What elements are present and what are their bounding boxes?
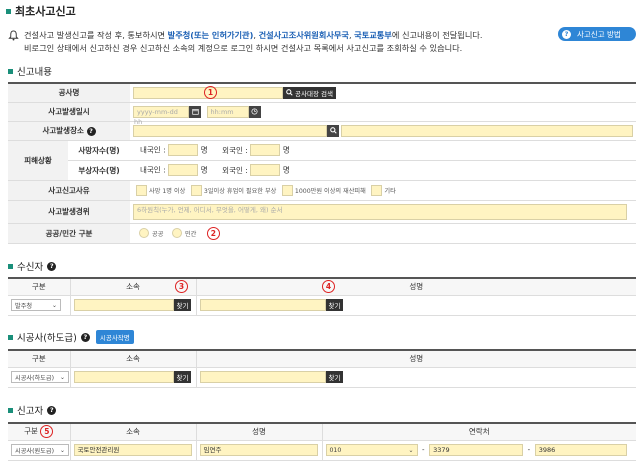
search-icon [286,89,293,96]
section-marker [8,407,13,413]
subcontractor-table: 구분 소속 성명 시공사(하도급) ⌄ 찾기 찾기 [8,349,636,388]
reporter-col-name: 성명 [195,423,322,441]
calendar-icon[interactable] [189,105,201,118]
sub-col-name: 성명 [195,350,636,368]
reason-label: 사고신고사유 [8,180,130,201]
reason-other-checkbox[interactable] [371,184,383,196]
question-icon[interactable]: ? [86,126,96,136]
reason-death-checkbox[interactable] [136,184,147,196]
section-receiver: 수신자 ? [8,259,57,273]
chevron-down-icon: ⌄ [59,373,65,381]
reporter-type-select[interactable]: 시공사(원도급) ⌄ [11,444,69,456]
receiver-type-select[interactable]: 발주청 ⌄ [11,299,61,311]
damage-label: 피해상황 [8,140,68,181]
search-icon [329,127,337,134]
chevron-down-icon: ⌄ [59,446,65,454]
reporter-col-type: 구분 5 [8,423,70,441]
sub-org-find-button[interactable]: 찾기 [173,371,192,383]
receiver-org-find-button[interactable]: 찾기 [173,299,192,311]
sub-org-input[interactable] [73,371,174,383]
receiver-name-input[interactable] [199,299,326,311]
report-form: 공사명 공사대장 검색 1 사고발생일시 yyyy-mm-dd hh hh:mm… [8,82,636,244]
phone-last-input[interactable]: 3986 [534,444,627,456]
section-marker [8,263,13,269]
notice-line-2: 비로그인 상태에서 신고하신 경우 신고하신 소속의 계정으로 로그인 하시면 … [24,43,463,53]
question-icon[interactable]: ? [47,405,57,415]
title-marker [6,8,11,14]
receiver-org-input[interactable] [73,299,174,311]
deaths-foreign-input[interactable] [250,144,281,156]
section-reporter: 신고자 ? [8,403,57,417]
marker-5: 5 [40,425,54,439]
question-icon: ? [562,29,571,39]
section-marker [8,68,13,74]
marker-3: 3 [175,280,188,293]
section-report: 신고내용 [8,64,52,78]
accident-date-input[interactable]: yyyy-mm-dd hh [133,105,189,126]
reporter-name-input[interactable]: 임연주 [199,444,318,456]
sub-type-select[interactable]: 시공사(하도급) ⌄ [11,371,69,383]
section-marker [8,334,13,340]
receiver-col-type: 구분 [8,278,70,296]
accident-report-help-button[interactable]: ? 사고신고 방법 [558,27,636,41]
place-search-button[interactable] [327,124,339,137]
subcontractor-add-button[interactable]: 시공사작명 [95,330,134,344]
accident-place-input[interactable] [133,124,327,137]
help-button-label: 사고신고 방법 [577,29,621,39]
sub-col-org: 소속 [69,350,196,368]
injured-foreign-input[interactable] [250,164,281,176]
receiver-name-find-button[interactable]: 찾기 [325,299,344,311]
question-icon[interactable]: ? [80,332,90,342]
accident-place-detail-input[interactable] [341,124,633,137]
deaths-label: 사망자수(명) [68,140,130,161]
receiver-col-name: 성명 4 [195,278,636,296]
reason-injury-checkbox[interactable] [190,184,202,196]
accident-time-input[interactable]: hh:mm [206,105,249,118]
sub-name-input[interactable] [199,371,326,383]
reporter-col-contact: 연락처 [321,423,636,441]
accident-place-label: 사고발생장소 ? [8,121,130,141]
marker-1: 1 [204,86,217,99]
bell-icon [8,30,19,41]
public-radio[interactable] [139,228,149,238]
injured-label: 부상자수(명) [68,160,130,181]
sub-name-find-button[interactable]: 찾기 [325,371,344,383]
reporter-table: 구분 5 소속 성명 연락처 시공사(원도급) ⌄ 국토안전관리원 임연주 010… [8,422,636,461]
accident-date-label: 사고발생일시 [8,102,130,122]
page-title: 최초사고신고 [6,3,76,19]
public-private-label: 공공/민간 구분 [8,223,130,244]
question-icon[interactable]: ? [47,261,57,271]
chevron-down-icon: ⌄ [408,446,414,454]
clock-icon[interactable] [248,105,261,118]
details-label: 사고발생경위 [8,200,130,224]
marker-4: 4 [322,280,335,293]
private-radio[interactable] [171,228,182,238]
project-name-label: 공사명 [8,83,130,103]
reason-property-checkbox[interactable] [281,184,293,196]
page-title-text: 최초사고신고 [15,5,76,18]
reporter-org-input[interactable]: 국토안전관리원 [73,444,192,456]
section-subcontractor: 시공사(하도급) ? 시공사작명 [8,330,134,344]
phone-prefix-select[interactable]: 010 ⌄ [325,444,418,456]
reporter-col-org: 소속 [69,423,196,441]
deaths-domestic-input[interactable] [168,144,199,156]
phone-middle-input[interactable]: 3379 [429,444,524,456]
receiver-col-org: 소속 3 [69,278,196,296]
notice-line-1: 건설사고 발생신고를 작성 후, 통보하시면 발주청(또는 인허가기관), 건설… [24,30,483,40]
notice: 건설사고 발생신고를 작성 후, 통보하시면 발주청(또는 인허가기관), 건설… [8,29,548,55]
injured-domestic-input[interactable] [168,164,199,176]
details-textarea[interactable]: 6하원칙(누가, 언제, 어디서, 무엇을, 어떻게, 왜) 순서 [133,203,627,220]
marker-2: 2 [206,226,220,240]
chevron-down-icon: ⌄ [51,301,57,309]
project-search-button[interactable]: 공사대장 검색 [283,86,336,99]
sub-col-type: 구분 [8,350,70,368]
receiver-table: 구분 소속 3 성명 4 발주청 ⌄ 찾기 찾기 [8,277,636,316]
